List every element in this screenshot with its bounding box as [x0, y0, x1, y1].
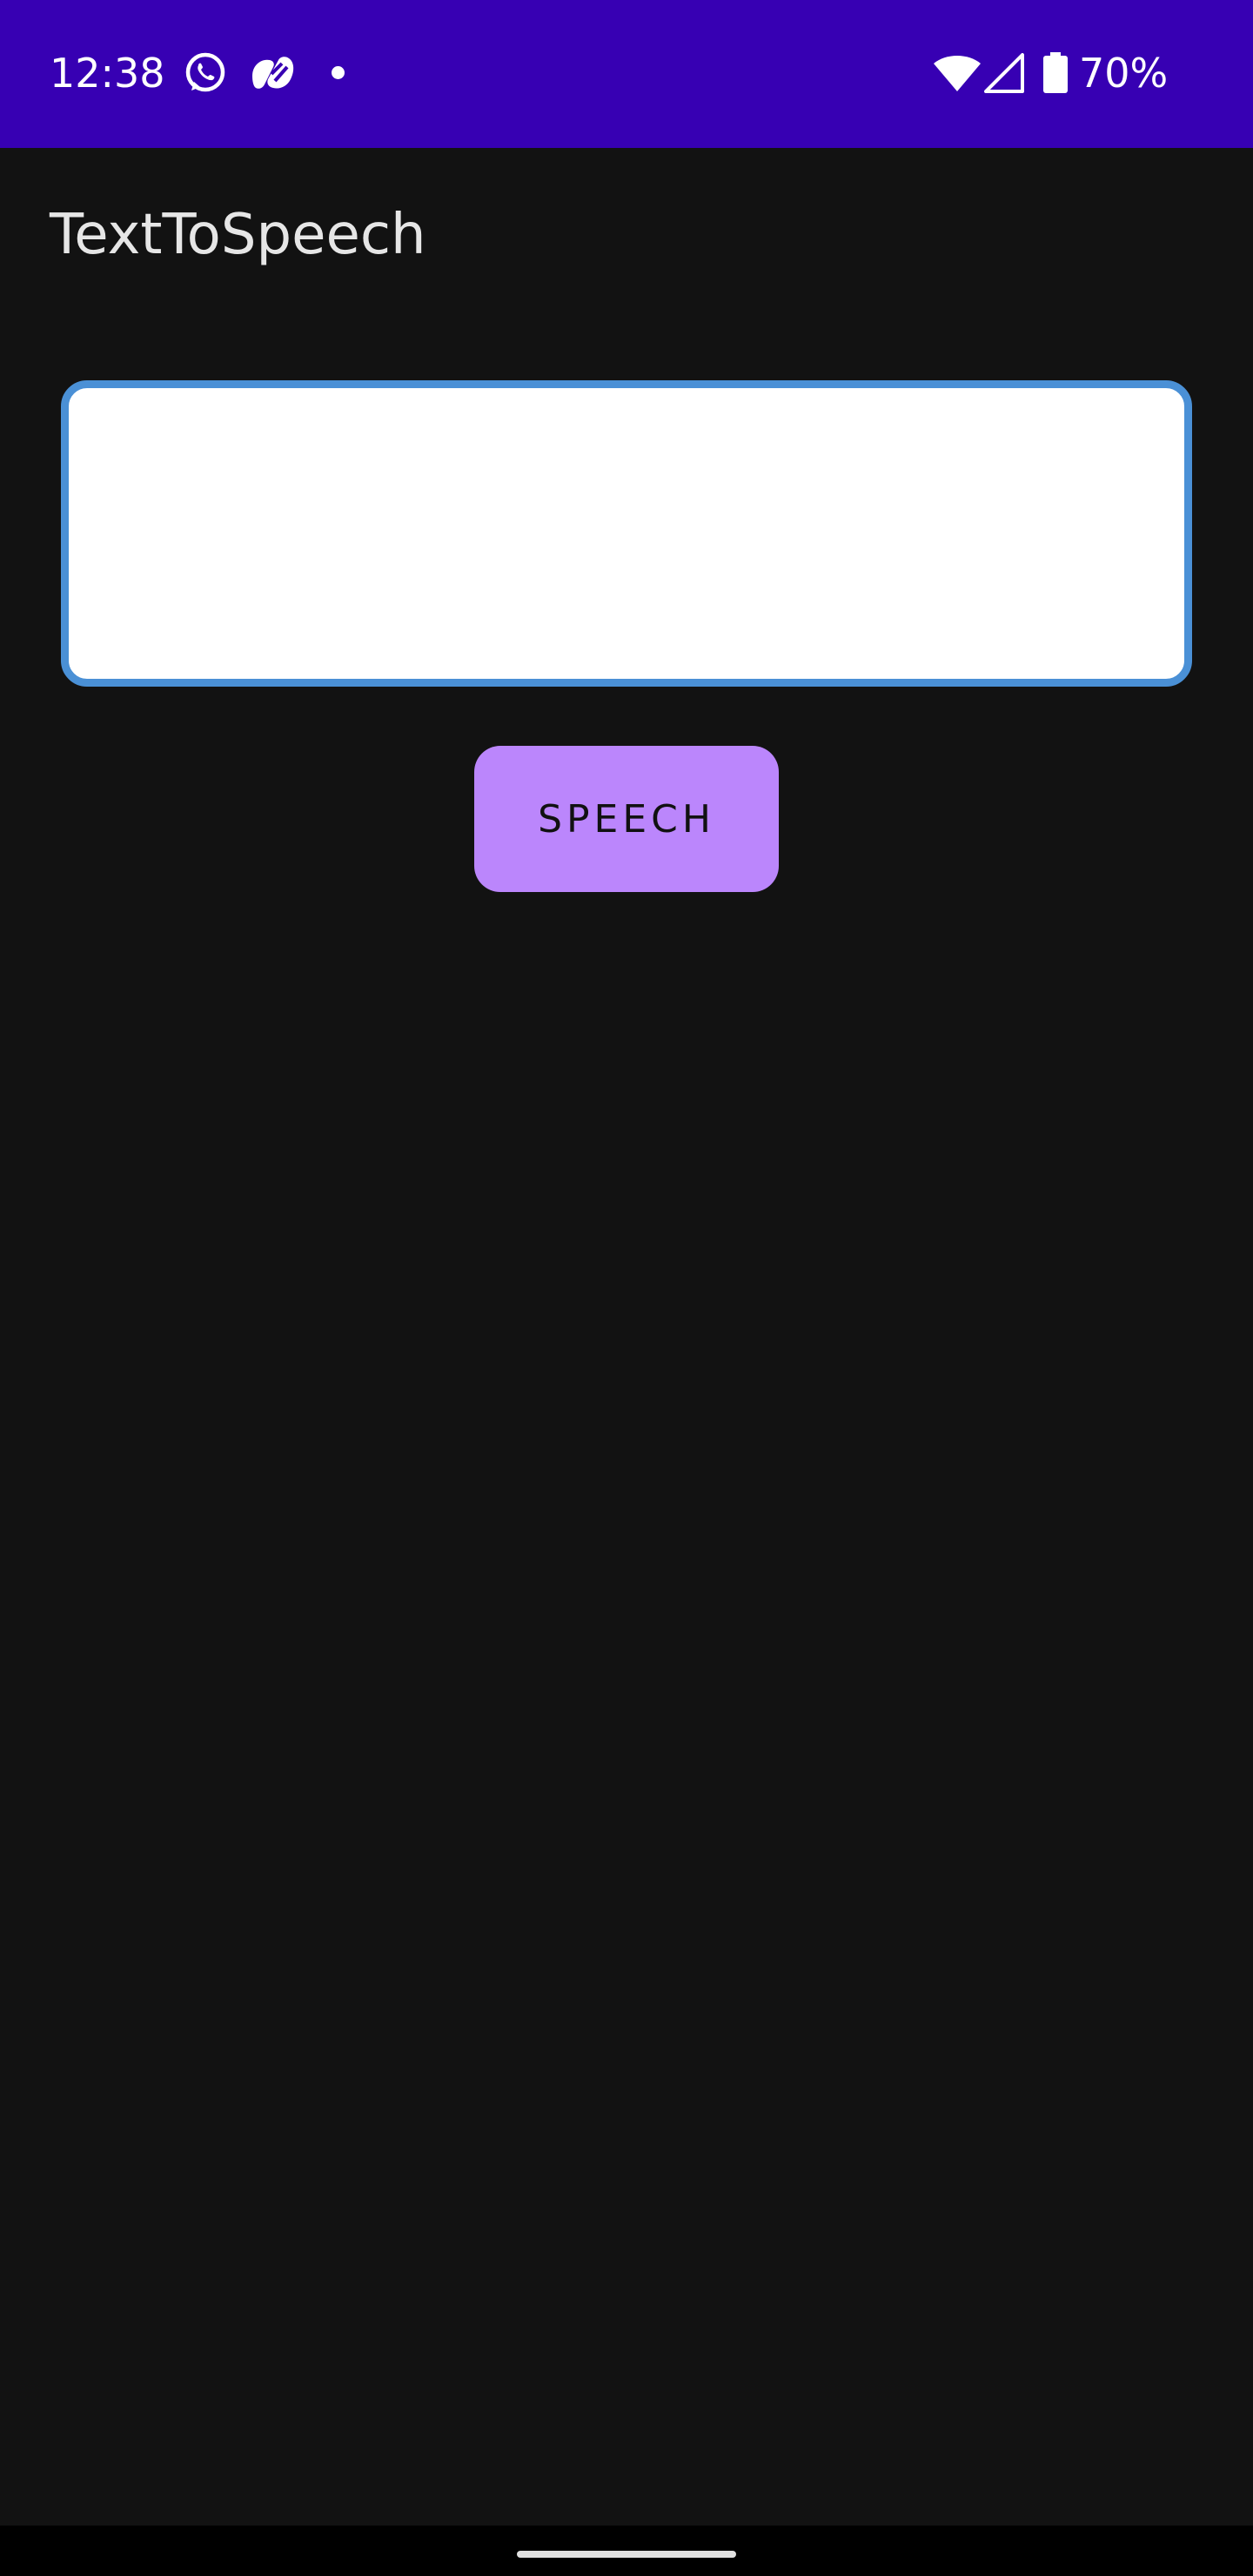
- notification-dot-icon: [332, 66, 345, 79]
- battery-percent: 70%: [1079, 50, 1169, 97]
- status-time: 12:38: [50, 50, 165, 97]
- app-screen: 12:38 70% TextToSpeech SPEECH: [0, 0, 1253, 2576]
- whatsapp-icon: [181, 50, 230, 96]
- battery-icon: [1041, 50, 1070, 96]
- wifi-icon: [931, 50, 983, 96]
- home-gesture-handle[interactable]: [517, 2551, 736, 2558]
- app-title: TextToSpeech: [50, 203, 426, 267]
- text-input-field[interactable]: [61, 380, 1192, 687]
- cellular-signal-icon: [983, 50, 1025, 96]
- speech-button[interactable]: SPEECH: [474, 746, 779, 892]
- app-notification-icon: [247, 50, 299, 96]
- status-bar: 12:38 70%: [0, 0, 1253, 148]
